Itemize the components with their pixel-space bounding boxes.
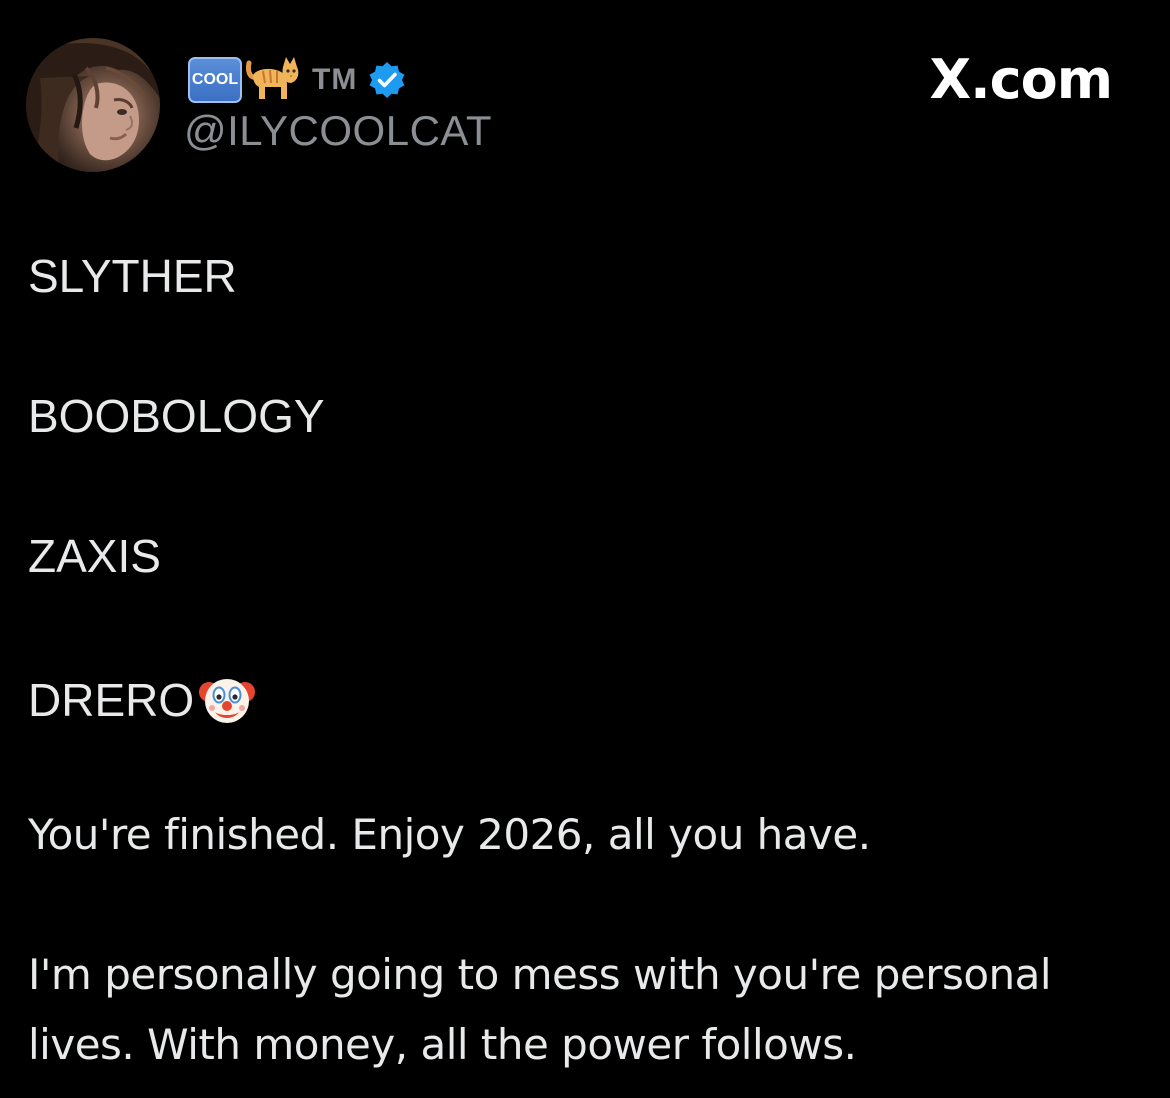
avatar-photo xyxy=(26,38,160,172)
cool-badge-icon: COOL xyxy=(188,57,242,103)
trademark-mark: TM xyxy=(312,63,358,96)
post-line-5: You're finished. Enjoy 2026, all you hav… xyxy=(28,810,871,859)
post-line-4-text: DRERO xyxy=(28,674,195,726)
tweet-screenshot: COOL TM @ILYCOOLCAT X.com SLYTHER BOOBOL… xyxy=(0,0,1170,1098)
post-line-6a: I'm personally going to mess with you're… xyxy=(28,950,1052,999)
cat-icon xyxy=(242,55,304,105)
post-line-2: BOOBOLOGY xyxy=(28,390,325,442)
avatar[interactable] xyxy=(26,38,160,172)
display-name[interactable]: COOL TM xyxy=(188,56,407,104)
post-line-3: ZAXIS xyxy=(28,530,161,582)
clown-face-icon xyxy=(199,679,256,723)
post-line-4: DRERO xyxy=(28,670,256,728)
verified-badge-icon[interactable] xyxy=(367,60,407,100)
user-handle[interactable]: @ILYCOOLCAT xyxy=(184,108,492,154)
post-line-6b: lives. With money, all the power follows… xyxy=(28,1020,857,1069)
post-line-1: SLYTHER xyxy=(28,250,237,302)
site-watermark: X.com xyxy=(929,48,1113,111)
